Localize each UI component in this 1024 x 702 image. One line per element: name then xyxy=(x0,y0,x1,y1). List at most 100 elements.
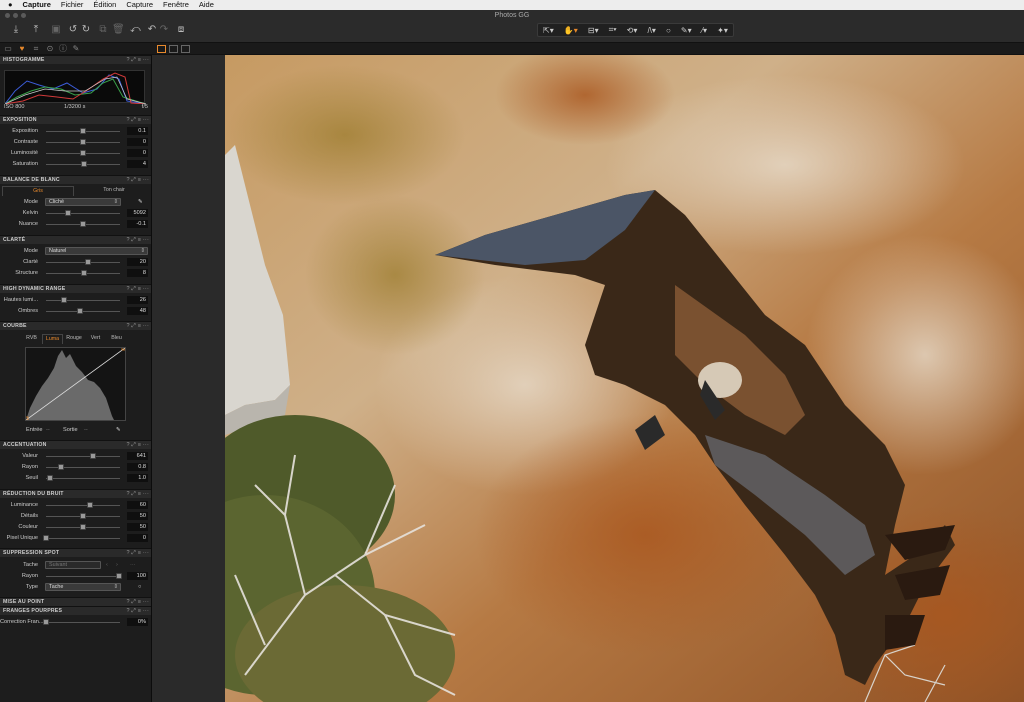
correction-fran-knob[interactable] xyxy=(43,619,49,625)
correction-fran-value[interactable]: 0% xyxy=(127,618,148,626)
exposition-slider[interactable] xyxy=(46,128,120,134)
rayon-slider[interactable] xyxy=(46,464,120,470)
compare-view-button[interactable] xyxy=(181,45,190,53)
keystone-icon[interactable]: /\▾ xyxy=(647,26,655,35)
seuil-knob[interactable] xyxy=(46,475,53,481)
luminance-slider[interactable] xyxy=(46,502,120,508)
saturation-value[interactable]: 4 xyxy=(127,160,148,168)
spot-rayon-knob[interactable] xyxy=(115,573,122,579)
contraste-value[interactable]: 0 xyxy=(127,138,148,146)
cursor-tool-icon[interactable]: ⇱▾ xyxy=(543,26,554,35)
tab-vert[interactable]: Vert xyxy=(85,334,106,343)
adjust-icon[interactable]: ✎ xyxy=(71,44,81,54)
luminosite-knob[interactable] xyxy=(80,150,86,156)
luminosite-slider[interactable] xyxy=(46,150,120,156)
eyedropper-icon[interactable]: ✎ xyxy=(138,198,143,207)
circle-icon[interactable]: ○ xyxy=(666,26,671,35)
clarte-slider[interactable] xyxy=(46,259,120,265)
spot-rayon-value[interactable]: 100 xyxy=(127,572,148,580)
export-icon[interactable]: ⤒ xyxy=(30,24,42,36)
clarte-value[interactable]: 20 xyxy=(127,258,148,266)
seuil-value[interactable]: 1.0 xyxy=(127,474,148,482)
ombres-slider[interactable] xyxy=(46,308,120,314)
tab-luma[interactable]: Luma xyxy=(42,334,63,344)
crop-frame-icon[interactable]: ⊟▾ xyxy=(588,26,599,35)
structure-knob[interactable] xyxy=(81,270,88,276)
crop-icon[interactable]: ⌗▾ xyxy=(609,25,617,35)
menu-capture[interactable]: Capture xyxy=(126,0,153,10)
curve-editor[interactable] xyxy=(24,346,126,421)
hand-tool-icon[interactable]: ✋▾ xyxy=(564,26,578,35)
wand-icon[interactable]: ✦▾ xyxy=(717,26,728,35)
color-picker-icon[interactable]: ✎▾ xyxy=(681,26,692,35)
color-icon[interactable]: ♥ xyxy=(17,44,27,54)
reset-icon[interactable]: ⤺ xyxy=(130,24,141,36)
exposition-value[interactable]: 0.1 xyxy=(127,127,148,135)
luminance-knob[interactable] xyxy=(87,502,94,508)
section-curve[interactable]: COURBE? ⤢ ≡ ··· xyxy=(0,321,151,330)
section-sharpening[interactable]: ACCENTUATION? ⤢ ≡ ··· xyxy=(0,440,151,449)
trash-icon[interactable]: 🗑 xyxy=(112,24,125,36)
luminance-value[interactable]: 60 xyxy=(127,501,148,509)
import-icon[interactable]: ⤓ xyxy=(10,24,22,36)
brush-icon[interactable]: ⁄▾ xyxy=(702,26,707,35)
valeur-value[interactable]: 641 xyxy=(127,452,148,460)
spot-tache-select[interactable]: Suivant xyxy=(45,561,101,569)
correction-fran-slider[interactable] xyxy=(43,619,120,625)
menu-fichier[interactable]: Fichier xyxy=(61,0,84,10)
tab-ton-chair[interactable]: Ton chair xyxy=(78,186,150,195)
hautes-lumi-slider[interactable] xyxy=(46,297,120,303)
stack-icon[interactable]: ⧈ xyxy=(175,24,187,36)
menu-app[interactable]: Capture xyxy=(23,0,51,10)
curve-picker-icon[interactable]: ✎ xyxy=(116,426,121,435)
luminosite-value[interactable]: 0 xyxy=(127,149,148,157)
redo-icon[interactable]: ↷ xyxy=(159,24,169,36)
folder-icon[interactable]: ▭ xyxy=(3,44,13,54)
valeur-knob[interactable] xyxy=(90,453,97,459)
couleur-knob[interactable] xyxy=(80,524,86,530)
kelvin-knob[interactable] xyxy=(65,210,72,216)
undo-icon[interactable]: ↶ xyxy=(147,24,157,36)
pixel-unique-value[interactable]: 0 xyxy=(127,534,148,542)
single-view-button[interactable] xyxy=(169,45,178,53)
section-clarity[interactable]: CLARTÉ? ⤢ ≡ ··· xyxy=(0,235,151,244)
nuance-slider[interactable] xyxy=(46,221,120,227)
structure-value[interactable]: 8 xyxy=(127,269,148,277)
structure-slider[interactable] xyxy=(46,270,120,276)
spot-rayon-slider[interactable] xyxy=(46,573,122,579)
nuance-knob[interactable] xyxy=(80,221,86,227)
pixel-unique-knob[interactable] xyxy=(43,535,49,541)
rayon-value[interactable]: 0.8 xyxy=(127,463,148,471)
couleur-slider[interactable] xyxy=(46,524,120,530)
section-hdr[interactable]: HIGH DYNAMIC RANGE? ⤢ ≡ ··· xyxy=(0,284,151,293)
camera-icon[interactable]: ▣ xyxy=(50,24,62,36)
contraste-slider[interactable] xyxy=(46,139,120,145)
contraste-knob[interactable] xyxy=(80,139,86,145)
section-fringe[interactable]: FRANGES POURPRES? ⤢ ≡ ··· xyxy=(0,606,151,615)
spot-more-icon[interactable]: ··· xyxy=(130,561,136,570)
copy-icon[interactable]: ⧉ xyxy=(97,24,109,36)
valeur-slider[interactable] xyxy=(46,453,120,459)
menu-edition[interactable]: Édition xyxy=(93,0,116,10)
apple-menu-icon[interactable]: ● xyxy=(8,0,13,10)
tab-rvb[interactable]: RVB xyxy=(21,334,42,343)
section-noise[interactable]: RÉDUCTION DU BRUIT? ⤢ ≡ ··· xyxy=(0,489,151,498)
details-knob[interactable] xyxy=(80,513,86,519)
clarity-mode-select[interactable]: Naturel ⇕ xyxy=(45,247,148,255)
clarte-knob[interactable] xyxy=(85,259,92,265)
image-viewer[interactable] xyxy=(225,55,1024,702)
rotate-left-icon[interactable]: ↺ xyxy=(68,24,78,36)
kelvin-slider[interactable] xyxy=(46,210,120,216)
crop-tab-icon[interactable]: ⌗ xyxy=(31,44,41,54)
details-icon[interactable]: ⊙ xyxy=(45,44,55,54)
exposition-knob[interactable] xyxy=(80,128,86,134)
ombres-value[interactable]: 48 xyxy=(127,307,148,315)
details-slider[interactable] xyxy=(46,513,120,519)
hautes-lumi-value[interactable]: 26 xyxy=(127,296,148,304)
prev-spot-icon[interactable]: ‹ xyxy=(106,561,108,570)
spot-circle-icon[interactable]: ○ xyxy=(138,583,141,592)
rotate-right-icon[interactable]: ↻ xyxy=(81,24,91,36)
menu-aide[interactable]: Aide xyxy=(199,0,214,10)
section-spot[interactable]: SUPPRESSION SPOT? ⤢ ≡ ··· xyxy=(0,548,151,557)
tab-rouge[interactable]: Rouge xyxy=(63,334,85,343)
